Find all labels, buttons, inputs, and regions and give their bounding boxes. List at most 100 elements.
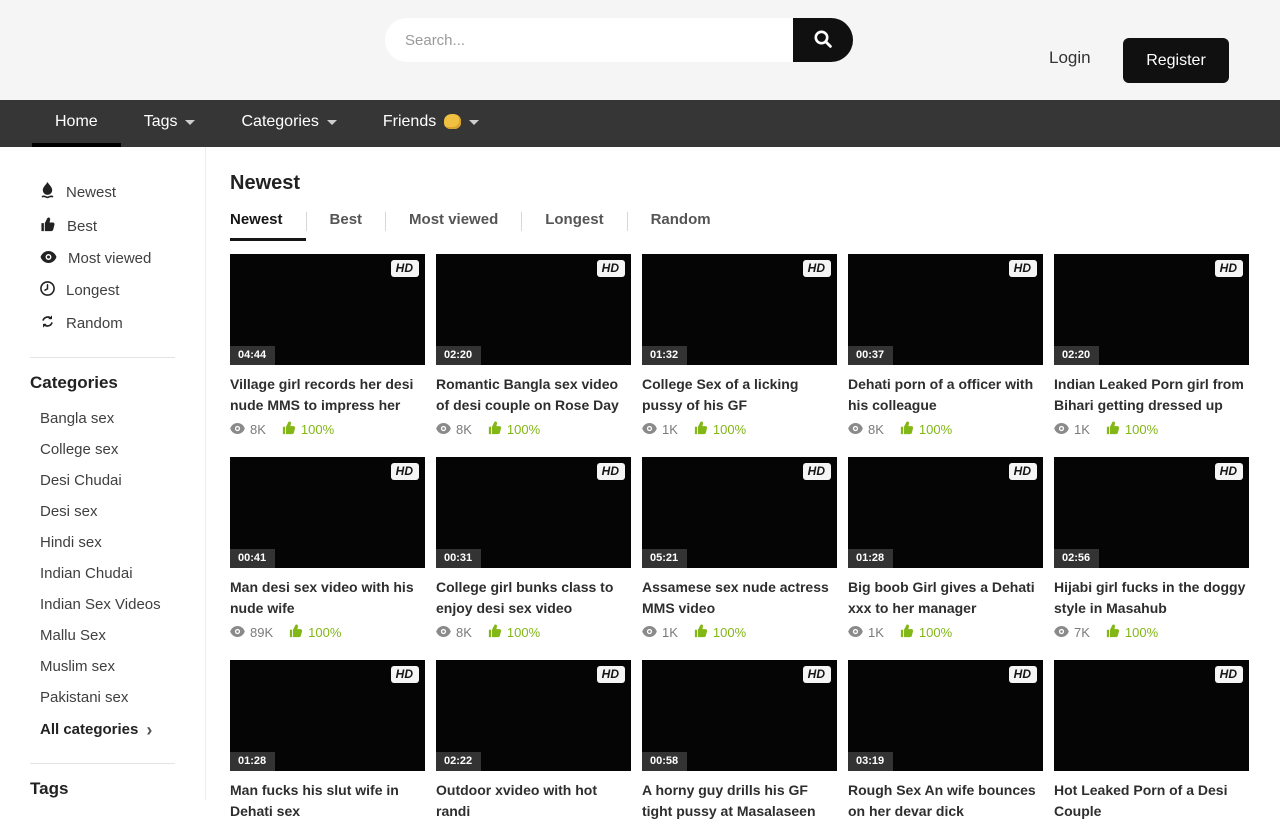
video-thumbnail[interactable]: HD 00:41 — [230, 457, 425, 568]
page-title: Newest — [230, 172, 1251, 195]
sidebar-item-random[interactable]: Random — [0, 307, 205, 340]
sidebar-category-link[interactable]: Desi sex — [0, 496, 205, 527]
sidebar-item-newest[interactable]: Newest — [0, 175, 205, 210]
video-title[interactable]: Big boob Girl gives a Dehati xxx to her … — [848, 577, 1043, 619]
video-title[interactable]: Rough Sex An wife bounces on her devar d… — [848, 780, 1043, 822]
video-card[interactable]: HD 00:31 College girl bunks class to enj… — [436, 457, 631, 641]
tab-most-viewed[interactable]: Most viewed — [386, 211, 521, 241]
sidebar-category-link[interactable]: Pakistani sex — [0, 682, 205, 713]
sidebar-category-link[interactable]: Mallu Sex — [0, 620, 205, 651]
video-card[interactable]: HD 05:21 Assamese sex nude actress MMS v… — [642, 457, 837, 641]
search-button[interactable] — [793, 18, 853, 62]
video-thumbnail[interactable]: HD 02:22 — [436, 660, 631, 771]
video-title[interactable]: Village girl records her desi nude MMS t… — [230, 374, 425, 416]
video-thumbnail[interactable]: HD 01:28 — [230, 660, 425, 771]
video-card[interactable]: HD 01:32 College Sex of a licking pussy … — [642, 254, 837, 438]
video-title[interactable]: Outdoor xvideo with hot randi — [436, 780, 631, 822]
sidebar-item-best[interactable]: Best — [0, 210, 205, 243]
thumb-up-icon — [694, 421, 708, 438]
main-nav: Home Tags Categories Friends — [0, 100, 1280, 147]
video-title[interactable]: Indian Leaked Porn girl from Bihari gett… — [1054, 374, 1249, 416]
video-title[interactable]: Romantic Bangla sex video of desi couple… — [436, 374, 631, 416]
video-card[interactable]: HD 01:28 Man fucks his slut wife in Deha… — [230, 660, 425, 822]
video-stats: 8K 100% — [848, 421, 1043, 438]
video-card[interactable]: HD 02:20 Indian Leaked Porn girl from Bi… — [1054, 254, 1249, 438]
chevron-down-icon — [185, 120, 195, 125]
video-card[interactable]: HD 00:58 A horny guy drills his GF tight… — [642, 660, 837, 822]
nav-item-tags[interactable]: Tags — [121, 100, 219, 147]
video-thumbnail[interactable]: HD 01:28 — [848, 457, 1043, 568]
video-title[interactable]: Hijabi girl fucks in the doggy style in … — [1054, 577, 1249, 619]
video-thumbnail[interactable]: HD 03:19 — [848, 660, 1043, 771]
nav-item-home[interactable]: Home — [32, 100, 121, 147]
video-thumbnail[interactable]: HD 02:20 — [436, 254, 631, 365]
video-card[interactable]: HD 02:20 Romantic Bangla sex video of de… — [436, 254, 631, 438]
video-thumbnail[interactable]: HD 02:20 — [1054, 254, 1249, 365]
hd-badge: HD — [391, 666, 419, 683]
main-content: Newest Newest Best Most viewed Longest R… — [230, 147, 1251, 822]
nav-item-categories[interactable]: Categories — [218, 100, 359, 147]
tab-best[interactable]: Best — [307, 211, 386, 241]
video-thumbnail[interactable]: HD 04:44 — [230, 254, 425, 365]
video-title[interactable]: Assamese sex nude actress MMS video — [642, 577, 837, 619]
thumb-up-icon — [900, 421, 914, 438]
video-card[interactable]: HD Hot Leaked Porn of a Desi Couple — [1054, 660, 1249, 822]
tab-random[interactable]: Random — [628, 211, 734, 241]
duration-badge: 05:21 — [642, 549, 687, 568]
eye-icon — [1054, 422, 1069, 437]
tab-newest[interactable]: Newest — [230, 211, 306, 241]
eye-icon — [642, 625, 657, 640]
video-thumbnail[interactable]: HD 02:56 — [1054, 457, 1249, 568]
video-title[interactable]: College girl bunks class to enjoy desi s… — [436, 577, 631, 619]
sidebar-category-link[interactable]: College sex — [0, 434, 205, 465]
eye-icon — [230, 625, 245, 640]
thumb-up-icon — [488, 421, 502, 438]
sidebar-item-most-viewed[interactable]: Most viewed — [0, 243, 205, 274]
sidebar-category-link[interactable]: Indian Sex Videos — [0, 589, 205, 620]
register-button[interactable]: Register — [1123, 38, 1229, 83]
video-title[interactable]: Hot Leaked Porn of a Desi Couple — [1054, 780, 1249, 822]
video-thumbnail[interactable]: HD — [1054, 660, 1249, 771]
login-link[interactable]: Login — [1049, 48, 1091, 68]
search-input[interactable] — [385, 18, 793, 62]
video-card[interactable]: HD 02:56 Hijabi girl fucks in the doggy … — [1054, 457, 1249, 641]
duration-badge: 02:20 — [1054, 346, 1099, 365]
video-card[interactable]: HD 03:19 Rough Sex An wife bounces on he… — [848, 660, 1043, 822]
video-card[interactable]: HD 00:41 Man desi sex video with his nud… — [230, 457, 425, 641]
sidebar-category-link[interactable]: Desi Chudai — [0, 465, 205, 496]
duration-badge: 02:20 — [436, 346, 481, 365]
hd-badge: HD — [1009, 666, 1037, 683]
video-thumbnail[interactable]: HD 00:37 — [848, 254, 1043, 365]
sidebar-item-longest[interactable]: Longest — [0, 274, 205, 307]
video-thumbnail[interactable]: HD 05:21 — [642, 457, 837, 568]
tags-heading: Tags — [0, 779, 205, 799]
tab-longest[interactable]: Longest — [522, 211, 626, 241]
video-title[interactable]: Man desi sex video with his nude wife — [230, 577, 425, 619]
thumb-up-icon — [289, 624, 303, 641]
video-card[interactable]: HD 04:44 Village girl records her desi n… — [230, 254, 425, 438]
video-stats: 8K 100% — [230, 421, 425, 438]
video-thumbnail[interactable]: HD 00:31 — [436, 457, 631, 568]
video-title[interactable]: A horny guy drills his GF tight pussy at… — [642, 780, 837, 822]
sidebar-category-link[interactable]: Bangla sex — [0, 403, 205, 434]
sidebar-category-link[interactable]: Indian Chudai — [0, 558, 205, 589]
sidebar-item-all-categories[interactable]: All categories › — [0, 713, 205, 746]
video-card[interactable]: HD 02:22 Outdoor xvideo with hot randi — [436, 660, 631, 822]
sidebar-category-link[interactable]: Muslim sex — [0, 651, 205, 682]
video-title[interactable]: Man fucks his slut wife in Dehati sex — [230, 780, 425, 822]
eye-icon — [642, 422, 657, 437]
video-card[interactable]: HD 01:28 Big boob Girl gives a Dehati xx… — [848, 457, 1043, 641]
hd-badge: HD — [1215, 666, 1243, 683]
eye-icon — [436, 422, 451, 437]
thumb-up-icon — [488, 624, 502, 641]
search-bar — [385, 18, 853, 62]
hd-badge: HD — [1215, 463, 1243, 480]
sidebar-category-link[interactable]: Hindi sex — [0, 527, 205, 558]
hd-badge: HD — [597, 260, 625, 277]
nav-item-friends[interactable]: Friends — [360, 100, 502, 147]
video-thumbnail[interactable]: HD 00:58 — [642, 660, 837, 771]
video-title[interactable]: Dehati porn of a officer with his collea… — [848, 374, 1043, 416]
video-card[interactable]: HD 00:37 Dehati porn of a officer with h… — [848, 254, 1043, 438]
video-title[interactable]: College Sex of a licking pussy of his GF — [642, 374, 837, 416]
video-thumbnail[interactable]: HD 01:32 — [642, 254, 837, 365]
